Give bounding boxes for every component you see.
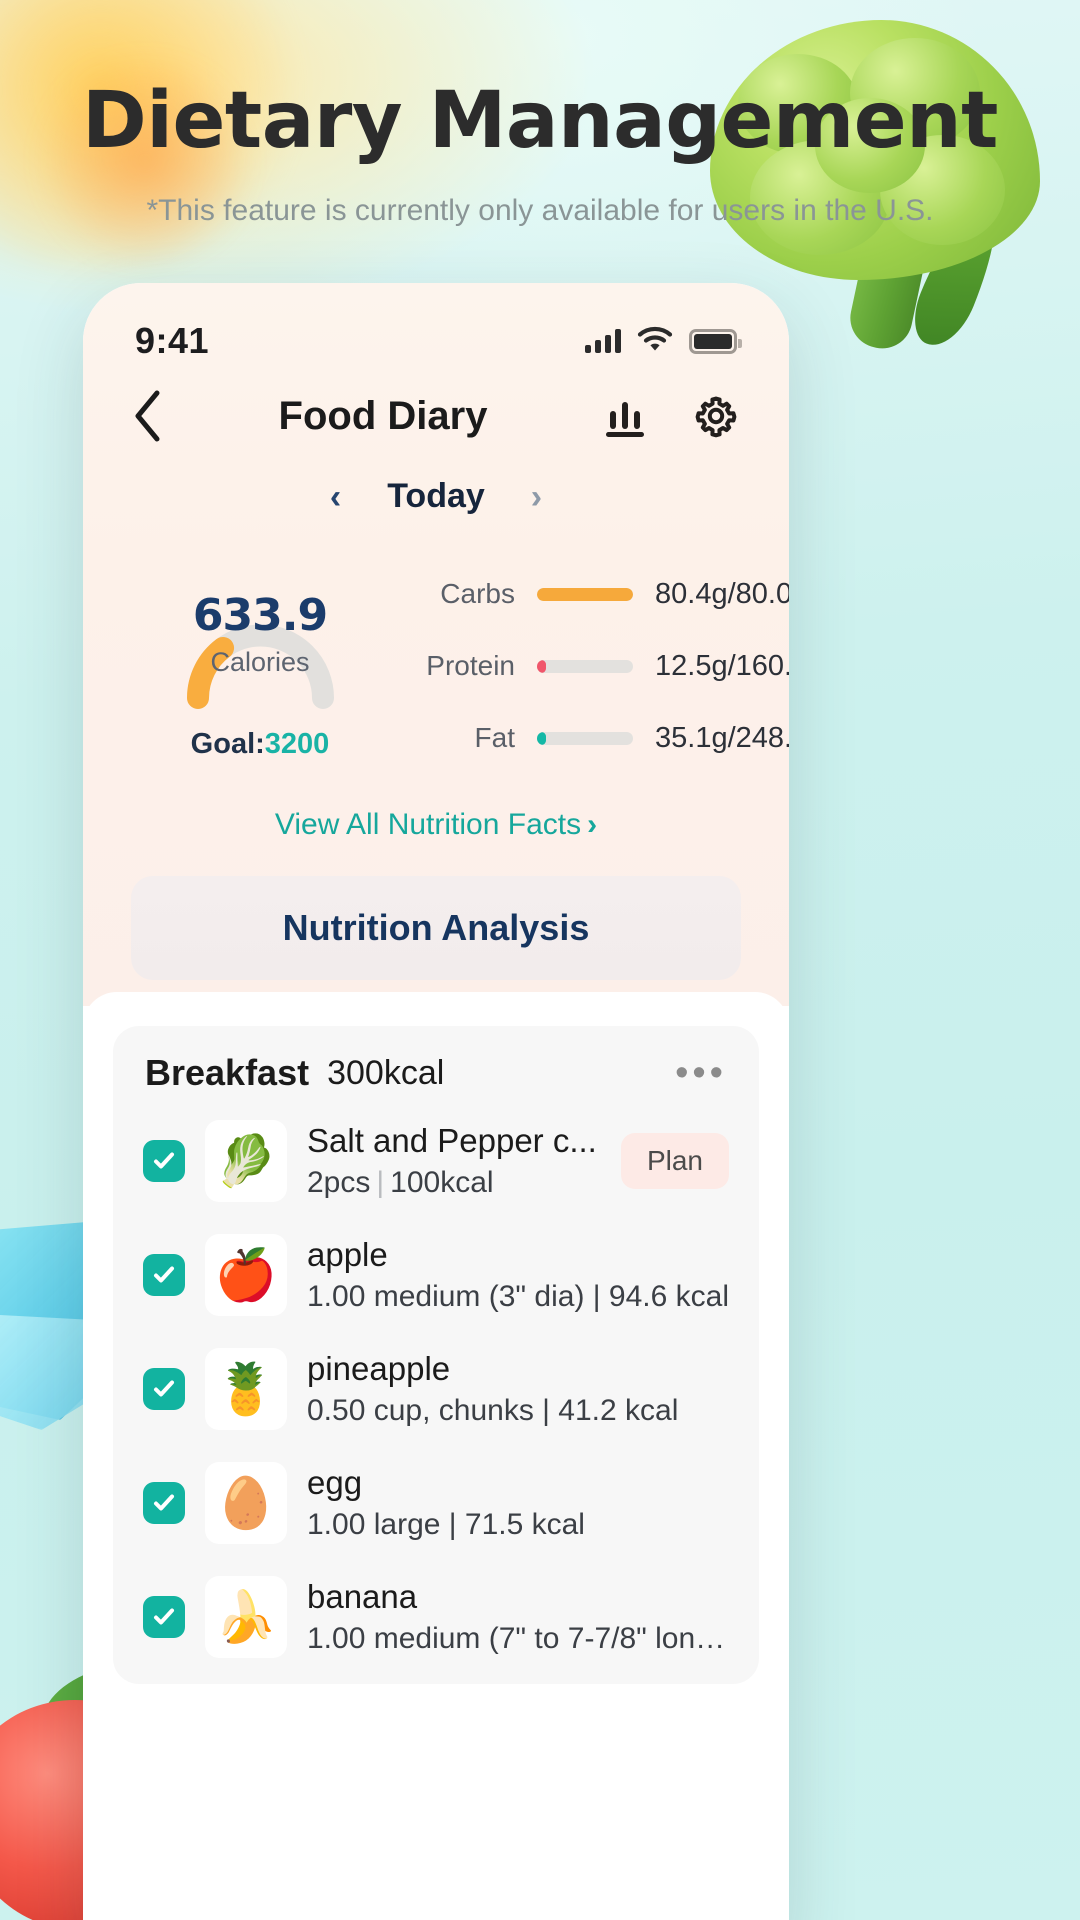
back-button[interactable]: [131, 388, 165, 444]
pineapple-thumbnail: 🍍: [205, 1348, 287, 1430]
food-name: banana: [307, 1578, 418, 1615]
app-navbar: Food Diary: [83, 361, 789, 457]
food-text: apple 1.00 medium (3" dia) | 94.6 kcal: [307, 1236, 729, 1314]
food-text: banana 1.00 medium (7" to 7-7/8" long) |…: [307, 1578, 729, 1656]
food-detail: 1.00 medium (7" to 7-7/8" long) | 1...: [307, 1622, 729, 1655]
meal-header: Breakfast 300kcal •••: [139, 1052, 733, 1104]
egg-thumbnail: 🥚: [205, 1462, 287, 1544]
calorie-ring-center: 633.9 Calories: [168, 590, 353, 678]
food-amount: 2pcs: [307, 1166, 371, 1199]
phone-mockup: 9:41 Food Diary ‹ Today › 633.9 Calories…: [83, 283, 789, 1920]
food-name: Salt and Pepper c...: [307, 1122, 597, 1159]
macro-progress-bar: [537, 731, 633, 745]
status-bar-icons: [585, 326, 742, 357]
more-horizontal-icon[interactable]: •••: [675, 1054, 727, 1092]
view-all-label: View All Nutrition Facts: [274, 808, 582, 841]
calories-value: 633.9: [192, 590, 328, 641]
bar-chart-icon[interactable]: [601, 392, 649, 440]
food-checkbox[interactable]: [143, 1596, 185, 1638]
food-checkbox[interactable]: [143, 1254, 185, 1296]
macro-list: Carbs 80.4g/80.0g Protein 12.5g/160.0g F…: [385, 550, 789, 774]
food-text: Salt and Pepper c... 2pcs | 100kcal: [307, 1122, 601, 1200]
meal-card-breakfast: Breakfast 300kcal ••• 🥬 Salt and Pepper …: [113, 1026, 759, 1684]
banana-thumbnail: 🍌: [205, 1576, 287, 1658]
calorie-ring: 633.9 Calories: [168, 550, 353, 710]
macro-value: 12.5g/160.0g: [655, 649, 789, 682]
macro-value: 80.4g/80.0g: [655, 577, 789, 610]
daily-summary: 633.9 Calories Goal:3200 Carbs 80.4g/80.…: [83, 516, 789, 774]
food-detail: 1.00 large | 71.5 kcal: [307, 1508, 585, 1541]
macro-label: Protein: [426, 650, 515, 681]
list-item[interactable]: 🍌 banana 1.00 medium (7" to 7-7/8" long)…: [139, 1560, 733, 1674]
food-text: egg 1.00 large | 71.5 kcal: [307, 1464, 729, 1542]
hero-header: Dietary Management *This feature is curr…: [0, 82, 1080, 228]
nutrition-analysis-label: Nutrition Analysis: [282, 907, 590, 948]
food-checkbox[interactable]: [143, 1368, 185, 1410]
prev-day-button[interactable]: ‹: [330, 480, 341, 514]
meal-title: Breakfast: [145, 1052, 310, 1093]
food-calories: 100kcal: [390, 1166, 494, 1199]
cellular-signal-icon: [585, 329, 621, 353]
gear-icon[interactable]: [691, 391, 741, 441]
macro-value: 35.1g/248.9g: [655, 721, 789, 754]
food-checkbox[interactable]: [143, 1140, 185, 1182]
food-checkbox[interactable]: [143, 1482, 185, 1524]
food-detail: 1.00 medium (3" dia) | 94.6 kcal: [307, 1280, 729, 1313]
macro-progress-bar: [537, 587, 633, 601]
cauliflower-thumbnail: 🥬: [205, 1120, 287, 1202]
diary-summary-panel: 9:41 Food Diary ‹ Today › 633.9 Calories…: [83, 283, 789, 1006]
battery-icon: [689, 328, 742, 354]
macro-row-protein: Protein 12.5g/160.0g: [385, 630, 789, 702]
nav-title: Food Diary: [278, 393, 488, 438]
food-detail: 2pcs | 100kcal: [307, 1166, 601, 1200]
page-subtitle: *This feature is currently only availabl…: [146, 194, 934, 227]
list-item[interactable]: 🍎 apple 1.00 medium (3" dia) | 94.6 kcal: [139, 1218, 733, 1332]
list-item[interactable]: 🥬 Salt and Pepper c... 2pcs | 100kcal Plan: [139, 1104, 733, 1218]
status-bar: 9:41: [83, 283, 789, 361]
food-name: apple: [307, 1236, 388, 1273]
date-switcher: ‹ Today ›: [83, 477, 789, 516]
goal-value: 3200: [264, 728, 330, 760]
macro-label: Fat: [474, 722, 515, 753]
page-title: Dietary Management: [82, 76, 998, 166]
next-day-button[interactable]: ›: [531, 480, 542, 514]
meal-calories: 300kcal: [327, 1053, 445, 1092]
food-detail: 0.50 cup, chunks | 41.2 kcal: [307, 1394, 679, 1427]
macro-progress-bar: [537, 659, 633, 673]
meals-section: Breakfast 300kcal ••• 🥬 Salt and Pepper …: [83, 992, 789, 1684]
list-item[interactable]: 🍍 pineapple 0.50 cup, chunks | 41.2 kcal: [139, 1332, 733, 1446]
calories-unit-label: Calories: [210, 647, 310, 677]
calorie-ring-block: 633.9 Calories Goal:3200: [135, 550, 385, 761]
calorie-goal: Goal:3200: [135, 728, 385, 761]
chevron-right-icon: ›: [587, 808, 598, 841]
food-name: pineapple: [307, 1350, 451, 1387]
list-item[interactable]: 🥚 egg 1.00 large | 71.5 kcal: [139, 1446, 733, 1560]
food-name: egg: [307, 1464, 363, 1501]
food-text: pineapple 0.50 cup, chunks | 41.2 kcal: [307, 1350, 729, 1428]
navbar-actions: [601, 391, 741, 441]
status-bar-clock: 9:41: [135, 320, 210, 361]
wifi-icon: [637, 326, 673, 357]
nutrition-analysis-button[interactable]: Nutrition Analysis: [131, 876, 741, 980]
detail-separator: |: [376, 1166, 385, 1199]
current-date-label: Today: [387, 477, 485, 515]
view-all-nutrition-facts-link[interactable]: View All Nutrition Facts ›: [83, 808, 789, 842]
goal-label: Goal:: [190, 728, 265, 760]
macro-row-carbs: Carbs 80.4g/80.0g: [385, 558, 789, 630]
apple-thumbnail: 🍎: [205, 1234, 287, 1316]
macro-row-fat: Fat 35.1g/248.9g: [385, 702, 789, 774]
macro-label: Carbs: [440, 578, 515, 609]
plan-badge[interactable]: Plan: [620, 1133, 729, 1189]
